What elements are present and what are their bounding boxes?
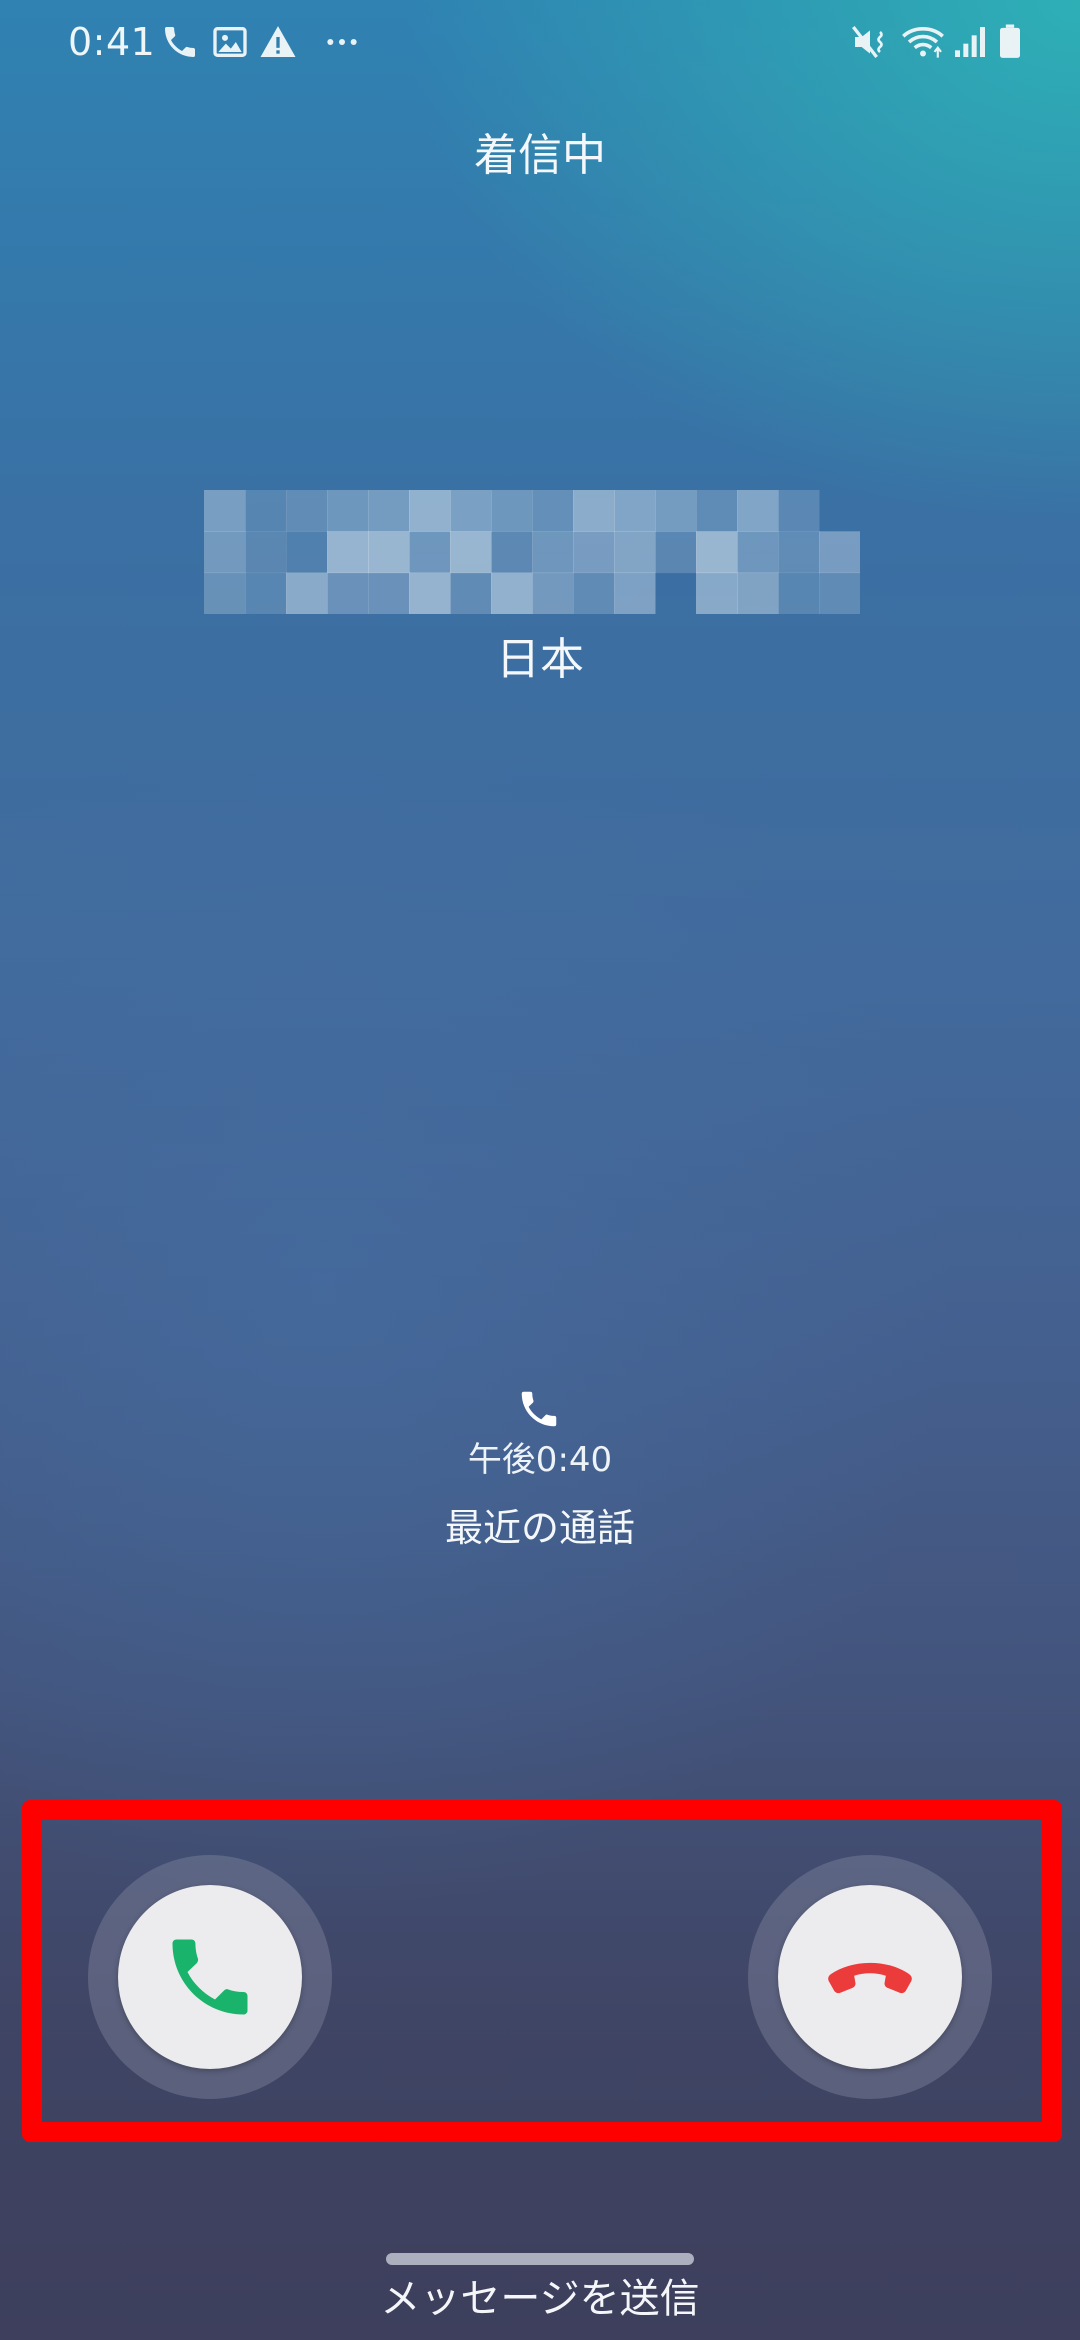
battery-icon (990, 22, 1030, 62)
recent-call-phone-icon (516, 1386, 562, 1432)
call-state-label: 着信中 (474, 130, 606, 181)
swipe-handle[interactable] (386, 2253, 694, 2265)
caller-number-redacted (204, 490, 860, 614)
signal-icon (950, 22, 990, 62)
more-dots-icon (322, 22, 362, 62)
gallery-icon (210, 22, 250, 62)
phone-icon (160, 22, 200, 62)
status-bar: 0:41 (0, 0, 1080, 84)
recent-call-time: 午後0:40 (467, 1440, 613, 1480)
decline-call-button[interactable] (748, 1855, 992, 2099)
accept-call-button-face[interactable] (118, 1885, 302, 2069)
send-message-button[interactable]: メッセージを送信 (0, 2270, 1080, 2328)
caller-region: 日本 (496, 634, 584, 685)
wifi-icon (900, 22, 946, 62)
phone-decline-icon (828, 1962, 912, 1994)
decline-call-button-face[interactable] (778, 1885, 962, 2069)
mute-vibrate-icon (850, 22, 890, 62)
warning-icon (258, 22, 298, 62)
accept-call-button[interactable] (88, 1855, 332, 2099)
recent-call-label: 最近の通話 (444, 1506, 635, 1550)
phone-accept-icon (172, 1939, 248, 2015)
status-time: 0:41 (68, 20, 156, 64)
